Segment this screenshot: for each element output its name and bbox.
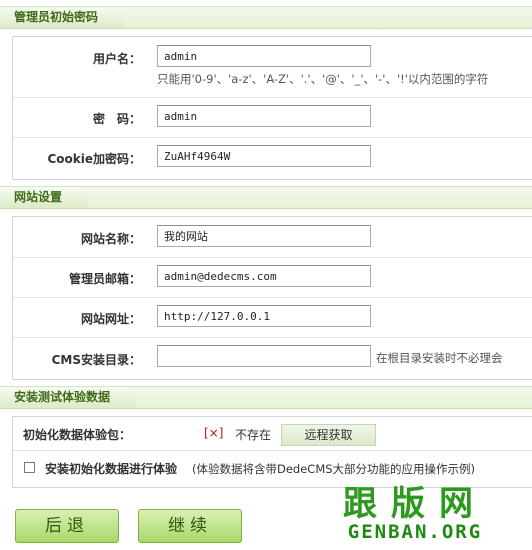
admin-email-label: 管理员邮箱： (68, 272, 141, 286)
username-input[interactable]: admin (157, 45, 371, 67)
site-url-row: 网站网址： http://127.0.0.1 (13, 298, 532, 338)
status-mark: [×] (204, 426, 224, 440)
cms-dir-input[interactable] (157, 345, 371, 367)
install-demo-note: (体验数据将含带DedeCMS大部分功能的应用操作示例) (192, 462, 476, 476)
site-name-label: 网站名称： (80, 232, 141, 246)
admin-email-input[interactable]: admin@dedecms.com (157, 265, 371, 287)
admin-section-header: 管理员初始密码 (0, 6, 532, 29)
genban-logo: 跟版网 GENBAN.ORG (304, 486, 526, 546)
demo-section-header: 安装测试体验数据 (0, 386, 532, 409)
admin-email-row: 管理员邮箱： admin@dedecms.com (13, 258, 532, 298)
site-url-input[interactable]: http://127.0.0.1 (157, 305, 371, 327)
cms-dir-label: CMS安装目录： (51, 353, 141, 367)
logo-en-text: GENBAN.ORG (347, 521, 483, 543)
status-text: 不存在 (235, 428, 272, 442)
username-row: 用户名： admin 只能用'0-9'、'a-z'、'A-Z'、'.'、'@'、… (13, 37, 532, 98)
admin-section-title: 管理员初始密码 (0, 7, 125, 28)
logo-cn-text: 跟版网 (343, 484, 487, 524)
cookie-label: Cookie加密码： (47, 152, 141, 166)
site-section-header: 网站设置 (0, 186, 532, 209)
demo-package-row: 初始化数据体验包： [×] 不存在 远程获取 (13, 417, 532, 451)
cookie-input[interactable]: ZuAHf4964W (157, 145, 371, 167)
demo-section-body: 初始化数据体验包： [×] 不存在 远程获取 安装初始化数据进行体验 (体验数据… (12, 416, 532, 488)
cms-dir-row: CMS安装目录： 在根目录安装时不必理会 (13, 338, 532, 378)
site-url-label: 网站网址： (80, 312, 141, 326)
demo-section-title: 安装测试体验数据 (0, 387, 137, 408)
admin-section-body: 用户名： admin 只能用'0-9'、'a-z'、'A-Z'、'.'、'@'、… (12, 36, 532, 180)
remote-fetch-button[interactable]: 远程获取 (281, 424, 376, 446)
site-name-input[interactable]: 我的网站 (157, 225, 371, 247)
install-demo-label[interactable]: 安装初始化数据进行体验 (45, 460, 177, 477)
username-label: 用户名： (92, 52, 141, 66)
demo-install-row: 安装初始化数据进行体验 (体验数据将含带DedeCMS大部分功能的应用操作示例) (13, 451, 532, 486)
site-name-row: 网站名称： 我的网站 (13, 217, 532, 258)
cms-dir-hint: 在根目录安装时不必理会 (376, 351, 503, 365)
install-demo-checkbox[interactable] (24, 462, 35, 473)
password-input[interactable]: admin (157, 105, 371, 127)
demo-package-label: 初始化数据体验包： (23, 428, 132, 442)
password-label: 密 码： (92, 112, 141, 126)
username-hint: 只能用'0-9'、'a-z'、'A-Z'、'.'、'@'、'_'、'-'、'!'… (157, 72, 489, 86)
site-section-title: 网站设置 (0, 187, 89, 208)
continue-button[interactable]: 继续 (138, 509, 242, 543)
password-row: 密 码： admin (13, 98, 532, 138)
cookie-row: Cookie加密码： ZuAHf4964W (13, 138, 532, 178)
back-button[interactable]: 后退 (15, 509, 119, 543)
site-section-body: 网站名称： 我的网站 管理员邮箱： admin@dedecms.com 网站网址… (12, 216, 532, 380)
